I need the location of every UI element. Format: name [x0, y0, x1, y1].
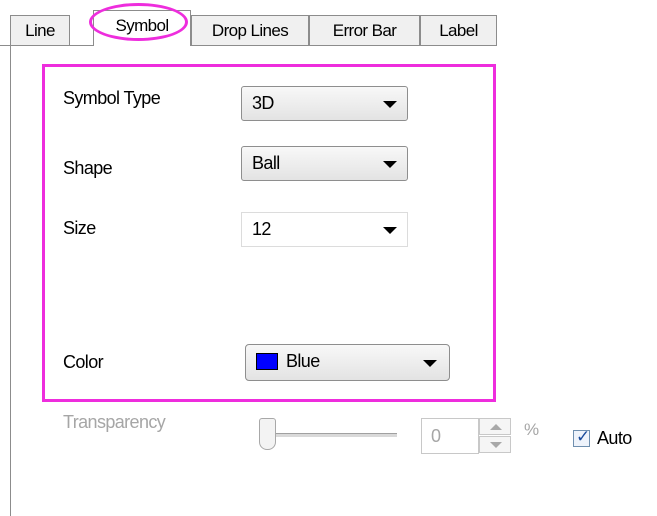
spin-down-icon[interactable]: [479, 436, 511, 453]
size-combobox[interactable]: 12: [241, 212, 408, 247]
transparency-slider-track: [275, 433, 397, 437]
tab-error-bar[interactable]: Error Bar: [309, 15, 420, 45]
symbol-type-dropdown[interactable]: 3D: [241, 86, 408, 121]
symbol-type-label: Symbol Type: [63, 88, 161, 108]
chevron-down-icon: [383, 227, 397, 234]
auto-checkbox[interactable]: ✓: [573, 427, 591, 447]
tab-drop-lines[interactable]: Drop Lines: [191, 15, 309, 45]
percent-unit: %: [524, 420, 539, 439]
chevron-down-icon: [383, 161, 397, 168]
tab-baseline: [0, 45, 497, 46]
transparency-label: Transparency: [63, 412, 166, 432]
shape-value: Ball: [252, 153, 280, 173]
spin-up-icon[interactable]: [479, 418, 511, 435]
color-label: Color: [63, 352, 104, 372]
transparency-spinner[interactable]: [479, 418, 511, 454]
size-value: 12: [252, 219, 271, 239]
tab-label[interactable]: Label: [420, 15, 497, 45]
transparency-value-input[interactable]: 0: [421, 418, 479, 454]
tab-line[interactable]: Line: [10, 15, 70, 45]
symbol-tab-annotation-ellipse: [89, 3, 188, 41]
color-dropdown[interactable]: Blue: [245, 344, 450, 381]
shape-dropdown[interactable]: Ball: [241, 146, 408, 181]
panel-left-border: [10, 45, 11, 516]
color-swatch-icon: [256, 353, 278, 370]
check-icon: ✓: [576, 427, 591, 446]
transparency-slider-thumb[interactable]: [259, 418, 276, 450]
size-label: Size: [63, 218, 96, 238]
shape-label: Shape: [63, 158, 113, 178]
tab-strip: Line Symbol Drop Lines Error Bar Label: [0, 0, 657, 46]
symbol-type-value: 3D: [252, 93, 274, 113]
chevron-down-icon: [423, 360, 437, 367]
color-value: Blue: [286, 351, 320, 371]
chevron-down-icon: [383, 101, 397, 108]
auto-label: Auto: [597, 428, 632, 448]
